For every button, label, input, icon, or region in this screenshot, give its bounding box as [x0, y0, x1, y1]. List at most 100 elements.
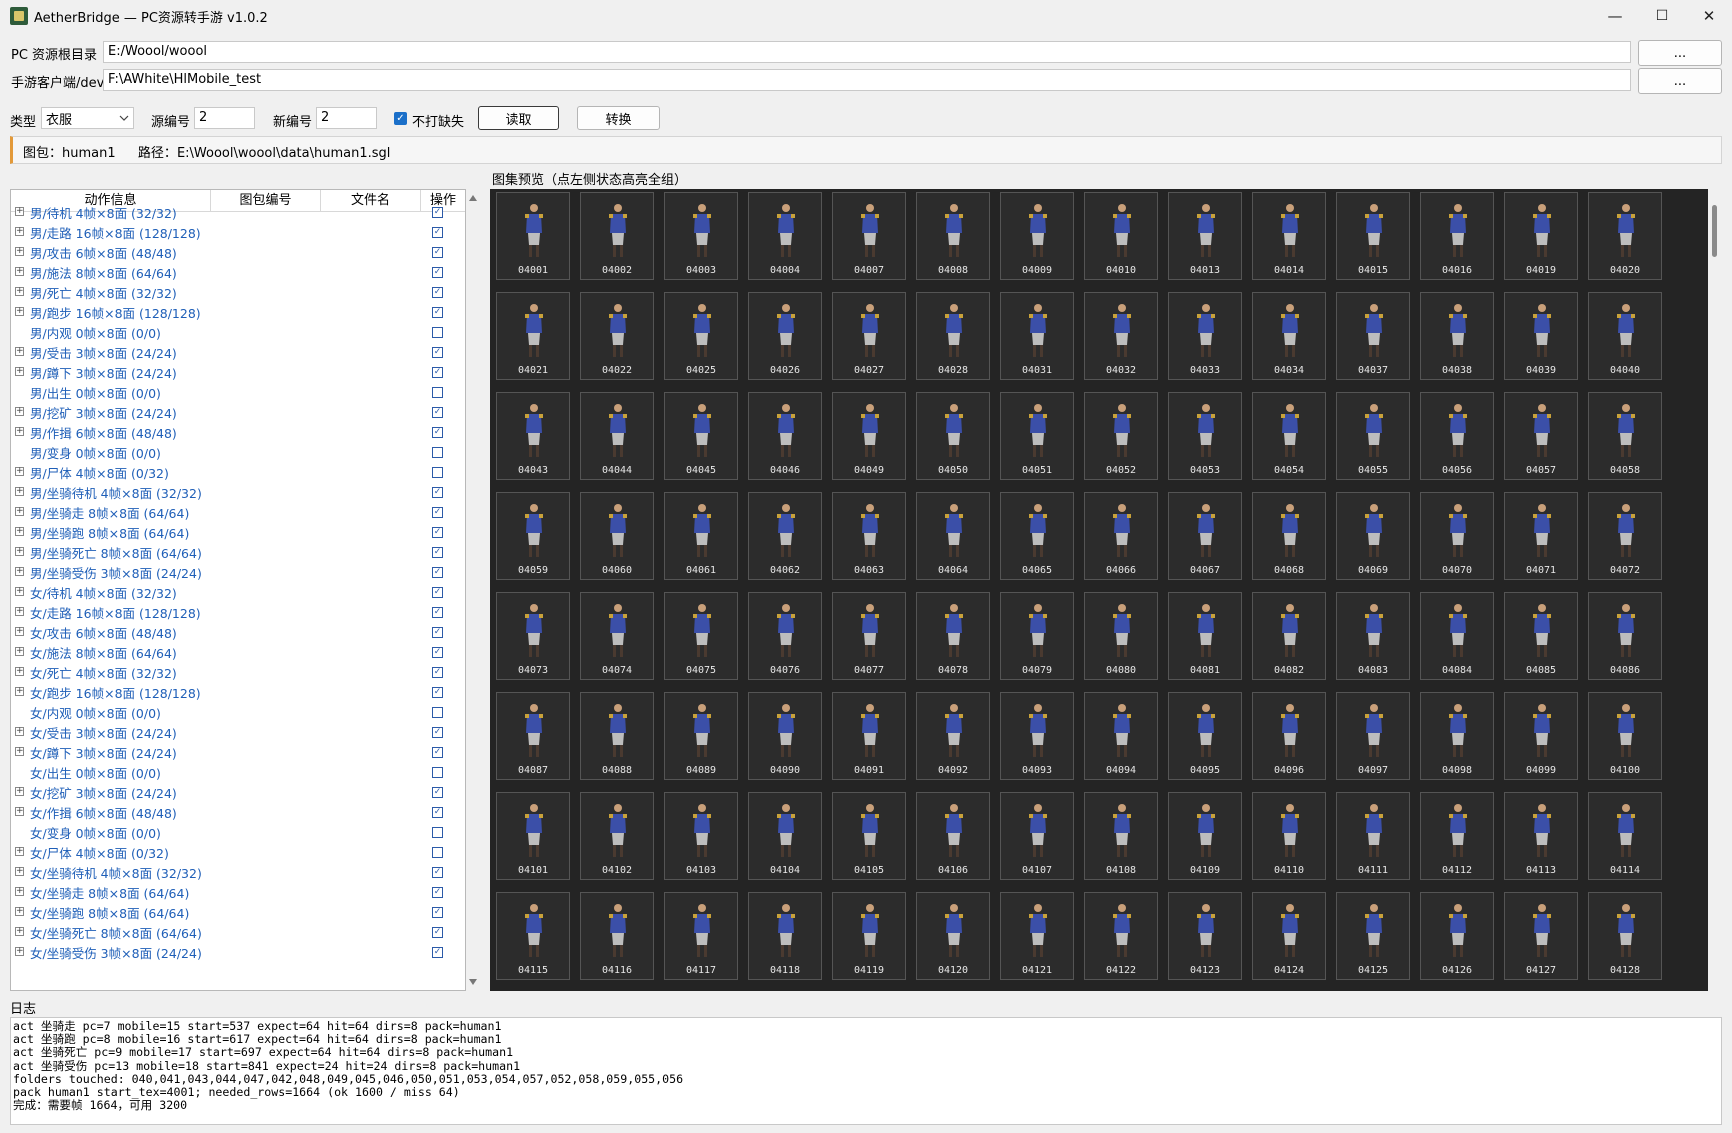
- expand-icon[interactable]: +: [15, 667, 24, 676]
- atlas-cell[interactable]: 04080: [1084, 592, 1158, 680]
- row-checkbox[interactable]: ✓: [432, 247, 443, 258]
- atlas-cell[interactable]: 04118: [748, 892, 822, 980]
- atlas-cell[interactable]: 04111: [1336, 792, 1410, 880]
- atlas-cell[interactable]: 04002: [580, 192, 654, 280]
- expand-icon[interactable]: +: [15, 687, 24, 696]
- atlas-cell[interactable]: 04043: [496, 392, 570, 480]
- atlas-cell[interactable]: 04056: [1420, 392, 1494, 480]
- atlas-cell[interactable]: 04064: [916, 492, 990, 580]
- atlas-cell[interactable]: 04028: [916, 292, 990, 380]
- atlas-cell[interactable]: 04103: [664, 792, 738, 880]
- atlas-scroll-thumb[interactable]: [1712, 205, 1717, 257]
- row-checkbox[interactable]: ✓: [432, 667, 443, 678]
- atlas-cell[interactable]: 04019: [1504, 192, 1578, 280]
- mobile-client-input[interactable]: F:\AWhite\HlMobile_test: [103, 69, 1631, 91]
- atlas-cell[interactable]: 04088: [580, 692, 654, 780]
- row-checkbox[interactable]: ✓: [432, 947, 443, 958]
- expand-icon[interactable]: +: [15, 607, 24, 616]
- atlas-cell[interactable]: 04081: [1168, 592, 1242, 680]
- atlas-cell[interactable]: 04021: [496, 292, 570, 380]
- tree-row[interactable]: + 女/蹲下 3帧×8面 (24/24) ✓: [11, 742, 465, 762]
- tree-row[interactable]: + 男/坐骑跑 8帧×8面 (64/64) ✓: [11, 522, 465, 542]
- minimize-button[interactable]: —: [1592, 0, 1638, 32]
- atlas-cell[interactable]: 04072: [1588, 492, 1662, 580]
- log-output[interactable]: act 坐骑走 pc=7 mobile=15 start=537 expect=…: [10, 1017, 1722, 1125]
- browse-mobile-button[interactable]: ...: [1638, 68, 1722, 94]
- tree-row[interactable]: + 女/挖矿 3帧×8面 (24/24) ✓: [11, 782, 465, 802]
- tree-row[interactable]: + 女/坐骑受伤 3帧×8面 (24/24) ✓: [11, 942, 465, 962]
- atlas-cell[interactable]: 04001: [496, 192, 570, 280]
- tree-row[interactable]: + 女/作揖 6帧×8面 (48/48) ✓: [11, 802, 465, 822]
- row-checkbox[interactable]: [432, 767, 443, 778]
- atlas-cell[interactable]: 04093: [1000, 692, 1074, 780]
- atlas-cell[interactable]: 04077: [832, 592, 906, 680]
- tree-row[interactable]: + 女/坐骑死亡 8帧×8面 (64/64) ✓: [11, 922, 465, 942]
- atlas-cell[interactable]: 04015: [1336, 192, 1410, 280]
- atlas-cell[interactable]: 04074: [580, 592, 654, 680]
- atlas-cell[interactable]: 04058: [1588, 392, 1662, 480]
- expand-icon[interactable]: +: [15, 267, 24, 276]
- tree-row[interactable]: + 男/蹲下 3帧×8面 (24/24) ✓: [11, 362, 465, 382]
- row-checkbox[interactable]: ✓: [432, 647, 443, 658]
- tree-row[interactable]: 女/变身 0帧×8面 (0/0): [11, 822, 465, 842]
- tree-row[interactable]: + 男/施法 8帧×8面 (64/64) ✓: [11, 262, 465, 282]
- atlas-cell[interactable]: 04062: [748, 492, 822, 580]
- row-checkbox[interactable]: ✓: [432, 227, 443, 238]
- atlas-cell[interactable]: 04025: [664, 292, 738, 380]
- browse-pc-button[interactable]: ...: [1638, 40, 1722, 66]
- atlas-cell[interactable]: 04089: [664, 692, 738, 780]
- atlas-cell[interactable]: 04086: [1588, 592, 1662, 680]
- expand-icon[interactable]: +: [15, 427, 24, 436]
- atlas-cell[interactable]: 04067: [1168, 492, 1242, 580]
- expand-icon[interactable]: +: [15, 367, 24, 376]
- tree-row[interactable]: + 男/作揖 6帧×8面 (48/48) ✓: [11, 422, 465, 442]
- row-checkbox[interactable]: ✓: [432, 727, 443, 738]
- tree-row[interactable]: + 男/跑步 16帧×8面 (128/128) ✓: [11, 302, 465, 322]
- tree-row[interactable]: + 男/坐骑死亡 8帧×8面 (64/64) ✓: [11, 542, 465, 562]
- atlas-cell[interactable]: 04104: [748, 792, 822, 880]
- atlas-cell[interactable]: 04095: [1168, 692, 1242, 780]
- atlas-cell[interactable]: 04128: [1588, 892, 1662, 980]
- tree-row[interactable]: + 女/走路 16帧×8面 (128/128) ✓: [11, 602, 465, 622]
- atlas-cell[interactable]: 04110: [1252, 792, 1326, 880]
- expand-icon[interactable]: +: [15, 407, 24, 416]
- atlas-cell[interactable]: 04107: [1000, 792, 1074, 880]
- close-button[interactable]: ✕: [1686, 0, 1732, 32]
- row-checkbox[interactable]: ✓: [432, 747, 443, 758]
- atlas-cell[interactable]: 04070: [1420, 492, 1494, 580]
- atlas-cell[interactable]: 04037: [1336, 292, 1410, 380]
- atlas-cell[interactable]: 04009: [1000, 192, 1074, 280]
- expand-icon[interactable]: +: [15, 787, 24, 796]
- atlas-cell[interactable]: 04112: [1420, 792, 1494, 880]
- atlas-cell[interactable]: 04078: [916, 592, 990, 680]
- tree-row[interactable]: + 男/受击 3帧×8面 (24/24) ✓: [11, 342, 465, 362]
- atlas-cell[interactable]: 04105: [832, 792, 906, 880]
- expand-icon[interactable]: +: [15, 867, 24, 876]
- expand-icon[interactable]: +: [15, 287, 24, 296]
- atlas-cell[interactable]: 04034: [1252, 292, 1326, 380]
- atlas-cell[interactable]: 04087: [496, 692, 570, 780]
- atlas-cell[interactable]: 04120: [916, 892, 990, 980]
- tree-row[interactable]: + 女/跑步 16帧×8面 (128/128) ✓: [11, 682, 465, 702]
- row-checkbox[interactable]: ✓: [432, 607, 443, 618]
- atlas-cell[interactable]: 04125: [1336, 892, 1410, 980]
- atlas-cell[interactable]: 04127: [1504, 892, 1578, 980]
- row-checkbox[interactable]: [432, 707, 443, 718]
- atlas-cell[interactable]: 04020: [1588, 192, 1662, 280]
- atlas-scrollbar[interactable]: [1708, 189, 1722, 991]
- atlas-cell[interactable]: 04010: [1084, 192, 1158, 280]
- expand-icon[interactable]: +: [15, 847, 24, 856]
- tree-row[interactable]: + 女/坐骑跑 8帧×8面 (64/64) ✓: [11, 902, 465, 922]
- row-checkbox[interactable]: ✓: [432, 547, 443, 558]
- expand-icon[interactable]: +: [15, 207, 24, 216]
- expand-icon[interactable]: +: [15, 587, 24, 596]
- atlas-cell[interactable]: 04076: [748, 592, 822, 680]
- tree-row[interactable]: + 女/施法 8帧×8面 (64/64) ✓: [11, 642, 465, 662]
- tree-row[interactable]: + 男/坐骑受伤 3帧×8面 (24/24) ✓: [11, 562, 465, 582]
- source-number-input[interactable]: 2: [194, 107, 255, 129]
- tree-row[interactable]: 男/出生 0帧×8面 (0/0): [11, 382, 465, 402]
- tree-row[interactable]: + 男/挖矿 3帧×8面 (24/24) ✓: [11, 402, 465, 422]
- row-checkbox[interactable]: ✓: [432, 907, 443, 918]
- atlas-cell[interactable]: 04068: [1252, 492, 1326, 580]
- atlas-cell[interactable]: 04099: [1504, 692, 1578, 780]
